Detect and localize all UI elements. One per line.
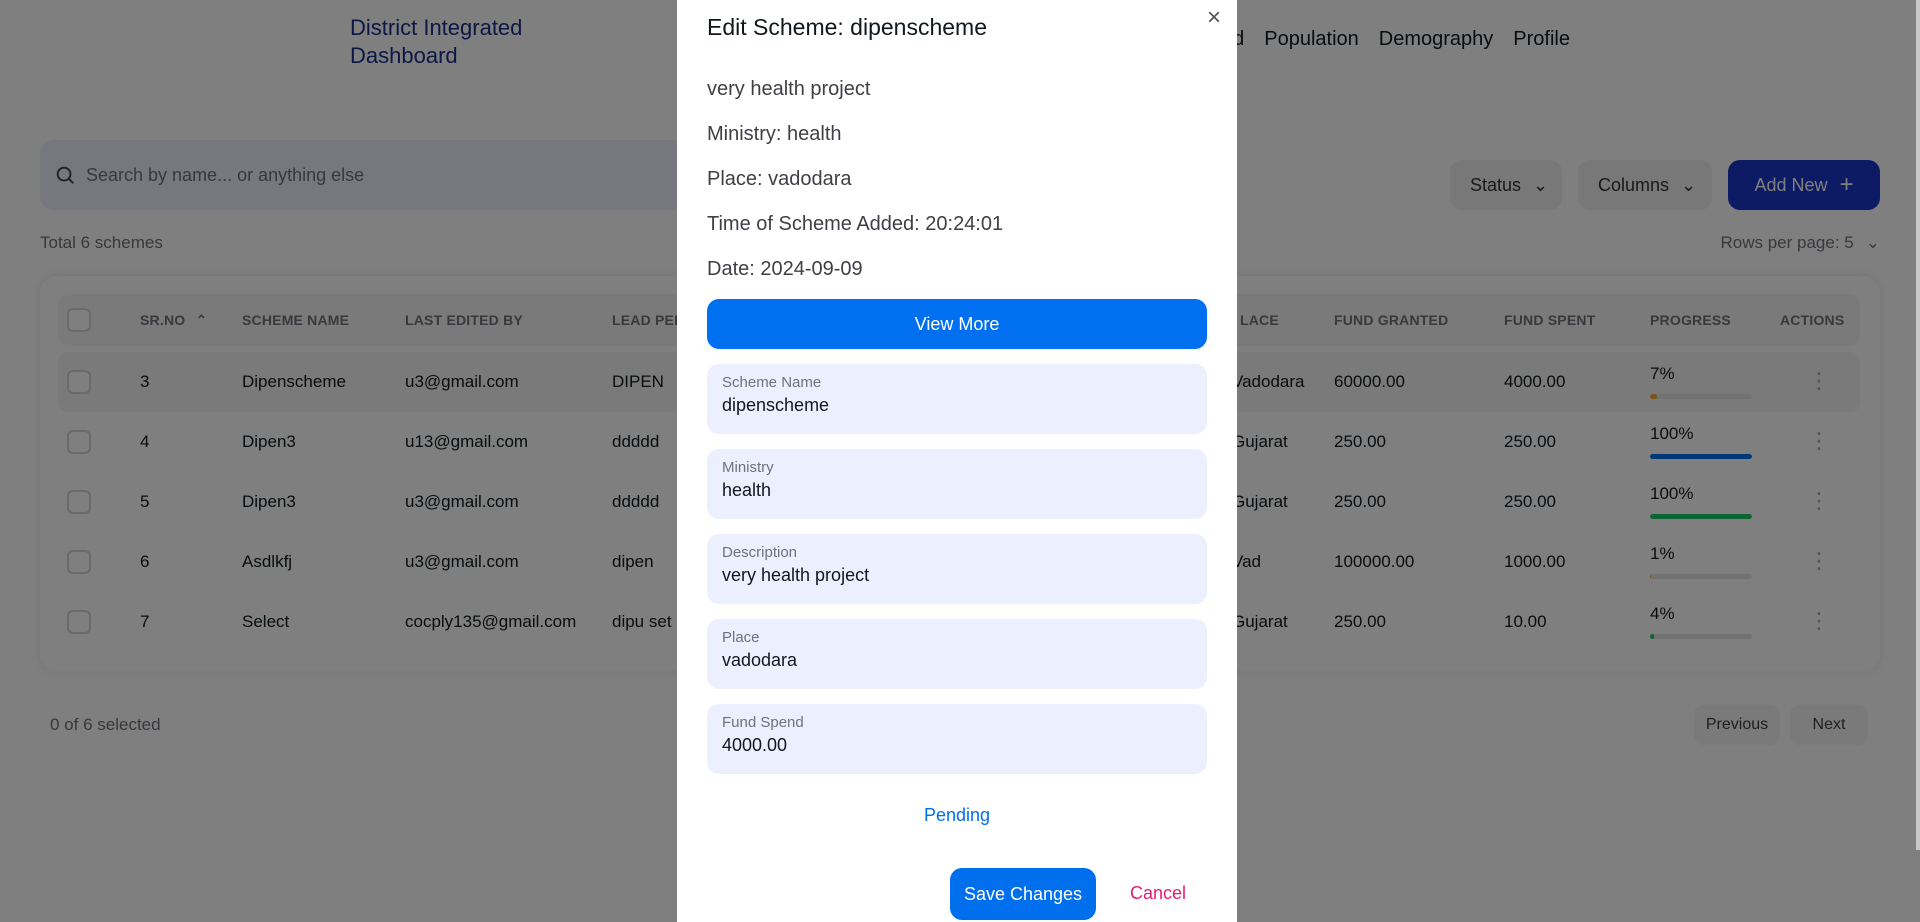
view-more-button[interactable]: View More bbox=[707, 299, 1207, 349]
fund-spend-field[interactable]: Fund Spend bbox=[707, 704, 1207, 774]
description-input[interactable] bbox=[722, 565, 1192, 586]
place-input[interactable] bbox=[722, 650, 1192, 671]
fund-spend-label: Fund Spend bbox=[722, 714, 804, 731]
scheme-date-text: Date: 2024-09-09 bbox=[707, 258, 863, 280]
scheme-description-text: very health project bbox=[707, 78, 871, 100]
modal-title: Edit Scheme: dipenscheme bbox=[707, 14, 987, 40]
ministry-input[interactable] bbox=[722, 480, 1192, 501]
ministry-label: Ministry bbox=[722, 459, 774, 476]
scheme-name-field[interactable]: Scheme Name bbox=[707, 364, 1207, 434]
scheme-time-text: Time of Scheme Added: 20:24:01 bbox=[707, 213, 1004, 235]
close-icon[interactable]: × bbox=[1207, 4, 1221, 32]
ministry-field[interactable]: Ministry bbox=[707, 449, 1207, 519]
status-pending-button[interactable]: Pending bbox=[677, 805, 1237, 826]
place-label: Place bbox=[722, 629, 760, 646]
scheme-name-label: Scheme Name bbox=[722, 374, 822, 391]
scheme-place-text: Place: vadodara bbox=[707, 168, 852, 190]
cancel-button[interactable]: Cancel bbox=[1130, 883, 1186, 904]
save-changes-button[interactable]: Save Changes bbox=[950, 868, 1096, 920]
place-field[interactable]: Place bbox=[707, 619, 1207, 689]
description-label: Description bbox=[722, 544, 798, 561]
edit-scheme-modal: × Edit Scheme: dipenscheme very health p… bbox=[677, 0, 1237, 922]
fund-spend-input[interactable] bbox=[722, 735, 1192, 756]
scrollbar[interactable] bbox=[1916, 0, 1920, 850]
scheme-name-input[interactable] bbox=[722, 395, 1192, 416]
scheme-ministry-text: Ministry: health bbox=[707, 123, 842, 145]
description-field[interactable]: Description bbox=[707, 534, 1207, 604]
